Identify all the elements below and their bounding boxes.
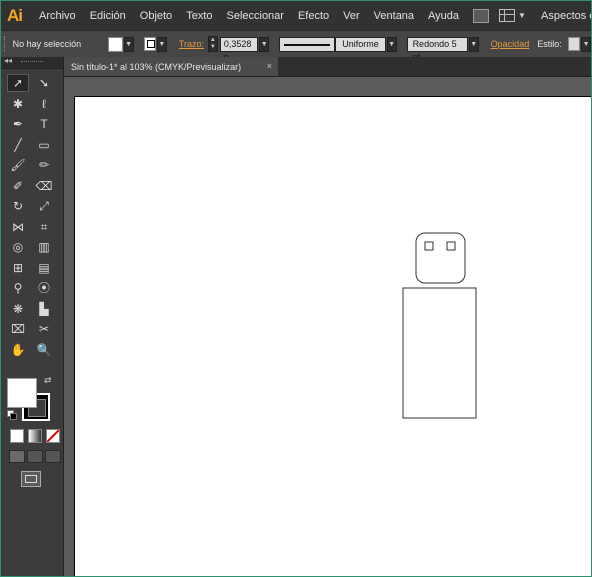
menu-efecto[interactable]: Efecto [298,10,329,22]
selection-status: No hay selección [12,39,82,49]
gradient-mode-button[interactable] [28,429,42,443]
zoom-tool-icon[interactable]: 🔍 [33,341,55,359]
slice-tool-icon[interactable]: ✂ [33,320,55,338]
direct-selection-tool-icon[interactable]: ➘ [33,74,55,92]
brush-dropdown[interactable]: ▼ [468,36,479,52]
line-segment-tool-icon[interactable]: ╱ [7,136,29,154]
style-label: Estilo: [537,39,562,49]
scale-tool-icon[interactable]: ⤢ [33,197,55,215]
menu-edicion[interactable]: Edición [90,10,126,22]
symbol-sprayer-tool-icon[interactable]: ❋ [7,300,29,318]
workspace-switcher[interactable]: Aspectos e [541,10,591,22]
document-tab-title: Sin título-1* al 103% (CMYK/Previsualiza… [71,61,242,72]
stroke-weight-dropdown[interactable]: ▼ [259,36,270,52]
stroke-dropdown[interactable]: ▼ [156,36,167,52]
width-tool-icon[interactable]: ⋈ [7,218,29,236]
right-eye-shape[interactable] [446,241,456,251]
eyedropper-tool-icon[interactable]: ⚲ [7,279,29,297]
control-bar: No hay selección ▼ ▼ Trazo: ▲▼ 0,3528 n … [1,30,591,62]
panel-grip [21,61,43,64]
graphic-style-dropdown[interactable]: ▼ [581,36,591,52]
menu-objeto[interactable]: Objeto [140,10,172,22]
opacity-label[interactable]: Opacidad [491,39,530,49]
brush-definition-field[interactable]: Redondo 5 pt. [406,36,468,62]
perspective-grid-tool-icon[interactable]: ▥ [33,238,55,256]
stroke-profile-dropdown[interactable]: ▼ [386,36,397,52]
color-mode-button[interactable] [10,429,24,443]
tools-panel: ◂◂ ➚ ➘ ✱ ℓ ✒ T ╱ ▭ 🖌 ✏ ✐ ⌫ ↻ ⤢ ⋈ ⌗ ◎ ▥ ⊞ ▤ ⚲ ⦿ ❋ ▙ ⌧ ✂ ✋ 🔍 ⇄ [1,56,64,576]
arrange-documents-icon [499,9,515,22]
stroke-weight-stepper[interactable]: ▲ ▼ [207,36,218,52]
chevron-down-icon: ▼ [518,11,526,20]
canvas-area[interactable] [64,77,591,576]
menu-bar: Ai Archivo Edición Objeto Texto Seleccio… [1,1,591,30]
fill-dropdown[interactable]: ▼ [123,36,134,52]
arrange-documents-button[interactable]: ▼ [499,9,527,23]
rotate-tool-icon[interactable]: ↻ [7,197,29,215]
draw-normal-button[interactable] [9,450,25,463]
eraser-tool-icon[interactable]: ⌫ [33,177,55,195]
close-icon[interactable]: × [267,61,272,71]
left-eye-shape[interactable] [424,241,434,251]
tool-grid: ➚ ➘ ✱ ℓ ✒ T ╱ ▭ 🖌 ✏ ✐ ⌫ ↻ ⤢ ⋈ ⌗ ◎ ▥ ⊞ ▤ ⚲ ⦿ ❋ ▙ ⌧ ✂ ✋ 🔍 [7,74,61,361]
menu-ventana[interactable]: Ventana [374,10,414,22]
document-tab[interactable]: Sin título-1* al 103% (CMYK/Previsualiza… [64,57,278,76]
magic-wand-tool-icon[interactable]: ✱ [7,95,29,113]
stroke-swatch[interactable] [143,37,156,51]
artboard-tool-icon[interactable]: ⌧ [7,320,29,338]
pen-tool-icon[interactable]: ✒ [7,115,29,133]
menu-archivo[interactable]: Archivo [39,10,76,22]
document-tab-bar: Sin título-1* al 103% (CMYK/Previsualiza… [64,57,591,77]
menu-ver[interactable]: Ver [343,10,360,22]
blend-tool-icon[interactable]: ⦿ [33,279,55,297]
fill-color-box[interactable] [7,378,37,408]
menu-ayuda[interactable]: Ayuda [428,10,459,22]
rectangle-tool-icon[interactable]: ▭ [33,136,55,154]
menu-seleccionar[interactable]: Seleccionar [226,10,283,22]
none-mode-button[interactable] [46,429,60,443]
swap-fill-stroke-icon[interactable]: ⇄ [44,375,52,386]
app-window: Ai Archivo Edición Objeto Texto Seleccio… [0,0,592,577]
app-logo: Ai [7,5,23,25]
column-graph-tool-icon[interactable]: ▙ [33,300,55,318]
shape-builder-tool-icon[interactable]: ◎ [7,238,29,256]
collapse-icon[interactable]: ◂◂ [4,56,12,65]
body-shape[interactable] [402,287,477,419]
gradient-tool-icon[interactable]: ▤ [33,259,55,277]
hand-tool-icon[interactable]: ✋ [7,341,29,359]
stroke-profile-field[interactable]: Uniforme [335,36,386,52]
fill-swatch[interactable] [108,36,123,52]
screen-mode-icon[interactable] [21,471,41,487]
default-fill-stroke-icon[interactable] [7,410,17,420]
type-tool-icon[interactable]: T [33,115,55,133]
bridge-button-icon[interactable] [473,8,489,23]
pencil-tool-icon[interactable]: ✏ [33,156,55,174]
artwork [402,232,477,419]
color-mode-row [10,429,64,443]
stroke-weight-field[interactable]: 0,3528 n [219,36,259,62]
stroke-label[interactable]: Trazo: [179,39,204,49]
artboard[interactable] [74,96,591,576]
paintbrush-tool-icon[interactable]: 🖌 [7,156,29,174]
variable-width-profile[interactable] [279,36,336,52]
menu-bar-right: ▼ Aspectos e [473,1,591,30]
menu-texto[interactable]: Texto [186,10,212,22]
drawing-modes [9,450,63,463]
draw-behind-button[interactable] [27,450,43,463]
draw-inside-button[interactable] [45,450,61,463]
graphic-style-swatch[interactable] [567,37,581,51]
mesh-tool-icon[interactable]: ⊞ [7,259,29,277]
blob-brush-tool-icon[interactable]: ✐ [7,177,29,195]
tools-panel-header[interactable]: ◂◂ [1,56,63,69]
lasso-tool-icon[interactable]: ℓ [33,95,55,113]
selection-tool-icon[interactable]: ➚ [7,74,29,92]
free-transform-tool-icon[interactable]: ⌗ [33,218,55,236]
panel-grip[interactable] [4,36,8,52]
head-shape[interactable] [415,232,466,284]
